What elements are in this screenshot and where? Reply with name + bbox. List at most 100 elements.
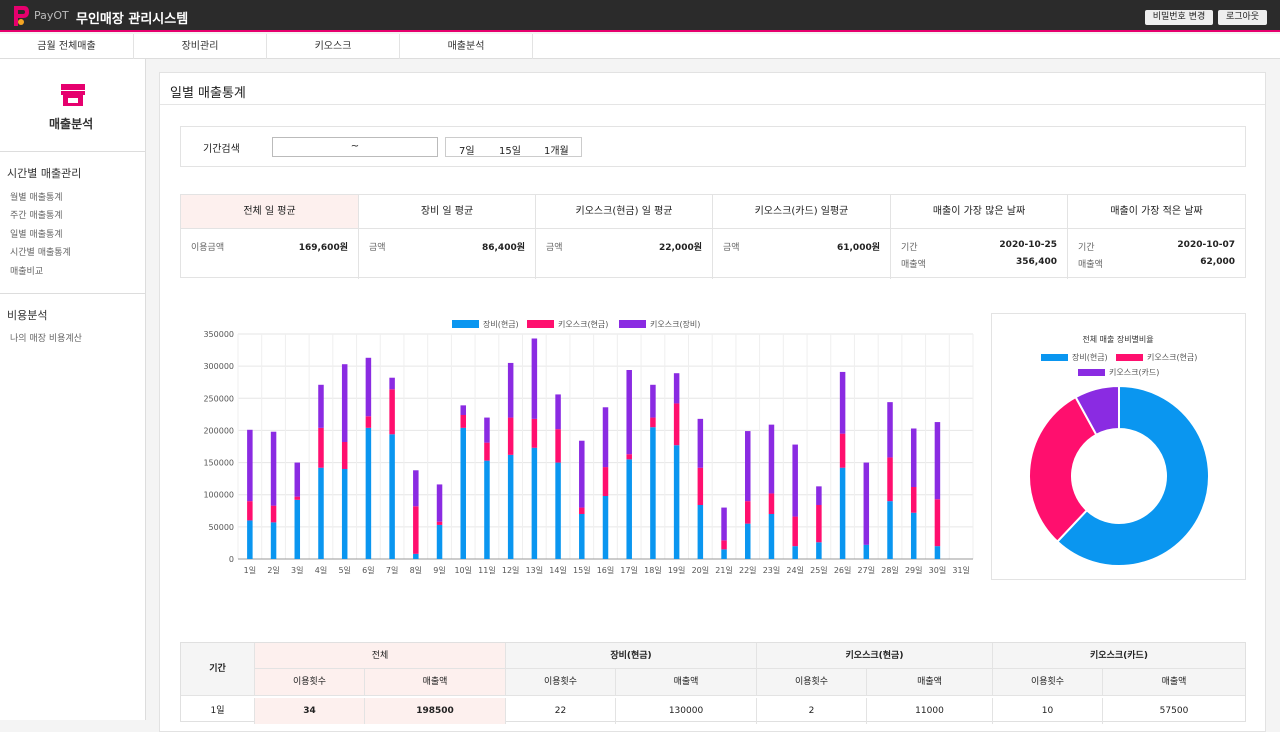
stat-key: 매출액	[1078, 260, 1103, 270]
x-tick-label: 5일	[338, 566, 350, 575]
sidebar: 매출분석 시간별 매출관리 월별 매출통계 주간 매출통계 일별 매출통계 시간…	[0, 59, 146, 720]
x-tick-label: 8일	[410, 566, 422, 575]
bar-segment	[792, 516, 798, 547]
bar-segment	[792, 444, 798, 517]
bar-segment	[318, 384, 324, 428]
bar-segment	[887, 457, 893, 502]
bar-segment	[721, 549, 727, 559]
table-cell: 130000	[616, 698, 757, 724]
bar-segment	[934, 422, 941, 500]
date-range-input[interactable]: ~	[272, 137, 438, 157]
tab-kiosk[interactable]: 키오스크	[267, 34, 400, 59]
sidebar-item-hourly[interactable]: 시간별 매출통계	[10, 245, 71, 258]
bar-segment	[531, 338, 538, 419]
sidebar-item-cost-calc[interactable]: 나의 매장 비용계산	[10, 331, 82, 344]
bar-segment	[626, 370, 632, 455]
bar-segment	[626, 459, 632, 559]
bar-segment	[270, 505, 277, 523]
bar-segment	[294, 496, 301, 500]
sidebar-item-weekly[interactable]: 주간 매출통계	[10, 208, 63, 221]
donut-title: 전체 매출 장비별비율	[1082, 334, 1153, 344]
x-tick-label: 4일	[315, 566, 327, 575]
bar-segment	[436, 484, 443, 522]
x-tick-label: 24일	[786, 566, 804, 575]
bar-segment	[887, 501, 893, 559]
stat-kiosk-cash-avg: 키오스크(현금) 일 평균 금액 22,000원	[536, 195, 713, 279]
bar-segment	[460, 427, 466, 559]
bar-segment	[626, 454, 632, 460]
legend-label: 키오스크(현금)	[558, 320, 608, 329]
stat-kiosk-card-avg: 키오스크(카드) 일평균 금액 61,000원	[713, 195, 891, 279]
bar-chart-svg: 350000 300000 250000 200000 150000 100000 5000…	[203, 319, 974, 575]
x-tick-label: 25일	[810, 566, 828, 575]
tab-equipment[interactable]: 장비관리	[134, 34, 267, 59]
table-subheader: 매출액	[867, 669, 993, 696]
legend-swatch	[1041, 354, 1068, 361]
bar-segment	[910, 512, 917, 559]
divider	[0, 151, 146, 152]
divider	[0, 293, 146, 294]
x-tick-label: 18일	[644, 566, 662, 575]
x-tick-label: 12일	[502, 566, 520, 575]
change-password-button[interactable]: 비밀번호 변경	[1145, 10, 1213, 25]
table-group-kiosk-card: 키오스크(카드)	[993, 643, 1245, 669]
x-tick-label: 7일	[386, 566, 398, 575]
sidebar-group-time: 시간별 매출관리	[7, 167, 82, 180]
stat-header: 키오스크(현금) 일 평균	[536, 195, 712, 229]
stat-header: 키오스크(카드) 일평균	[713, 195, 890, 229]
x-tick-label: 22일	[739, 566, 757, 575]
bar-segment	[934, 499, 941, 547]
stat-value: 356,400	[1016, 257, 1057, 267]
x-tick-label: 2일	[267, 566, 279, 575]
table-group-kiosk-cash: 키오스크(현금)	[757, 643, 993, 669]
x-tick-label: 14일	[549, 566, 567, 575]
sidebar-item-daily[interactable]: 일별 매출통계	[10, 227, 63, 240]
bar-segment	[365, 427, 372, 559]
bar-segment	[341, 364, 348, 442]
y-tick-label: 300000	[203, 362, 234, 371]
bar-segment	[247, 429, 253, 502]
tab-sales-analysis[interactable]: 매출분석	[400, 34, 533, 59]
quick-7d-button[interactable]: 7일	[459, 142, 475, 157]
y-tick-label: 150000	[203, 459, 234, 468]
bar-segment	[507, 454, 514, 559]
sidebar-item-compare[interactable]: 매출비교	[10, 264, 43, 277]
table-subheader: 이용횟수	[993, 669, 1103, 696]
bar-segment	[816, 542, 822, 559]
main-nav: 금월 전체매출 장비관리 키오스크 매출분석	[0, 34, 1280, 59]
y-tick-label: 50000	[209, 523, 234, 532]
bar-segment	[294, 462, 301, 497]
bar-segment	[910, 428, 917, 487]
period-search-label: 기간검색	[203, 144, 240, 155]
table-header-period: 기간	[181, 643, 255, 696]
x-tick-label: 17일	[620, 566, 638, 575]
bar-segment	[602, 467, 609, 496]
stat-key: 금액	[546, 243, 563, 253]
quick-1m-button[interactable]: 1개월	[544, 142, 569, 157]
bar-segment	[389, 434, 395, 559]
table-cell-period: 1일	[181, 698, 255, 724]
stat-header: 전체 일 평균	[181, 195, 358, 229]
bar-segment	[507, 362, 514, 418]
y-tick-label: 100000	[203, 491, 234, 500]
stat-key: 금액	[369, 243, 386, 253]
bar-segment	[839, 433, 846, 468]
bar-segment	[602, 407, 609, 468]
x-tick-label: 19일	[668, 566, 686, 575]
bar-segment	[389, 389, 395, 435]
x-tick-label: 30일	[929, 566, 947, 575]
stats-panel: 전체 일 평균 이용금액 169,600원 장비 일 평균 금액 86,400원…	[180, 194, 1246, 279]
table-subheader: 매출액	[616, 669, 757, 696]
quick-15d-button[interactable]: 15일	[499, 142, 521, 157]
sidebar-item-monthly[interactable]: 월별 매출통계	[10, 190, 63, 203]
y-tick-label: 0	[229, 555, 234, 564]
logout-button[interactable]: 로그아웃	[1218, 10, 1267, 25]
bar-segment	[650, 417, 656, 428]
tab-monthly-sales[interactable]: 금월 전체매출	[0, 34, 134, 59]
bar-segment	[555, 462, 561, 559]
x-tick-label: 10일	[454, 566, 472, 575]
bar-segment	[839, 371, 846, 434]
legend-label: 키오스크(현금)	[1147, 353, 1197, 362]
y-tick-label: 350000	[203, 330, 234, 339]
bar-segment	[697, 418, 704, 468]
